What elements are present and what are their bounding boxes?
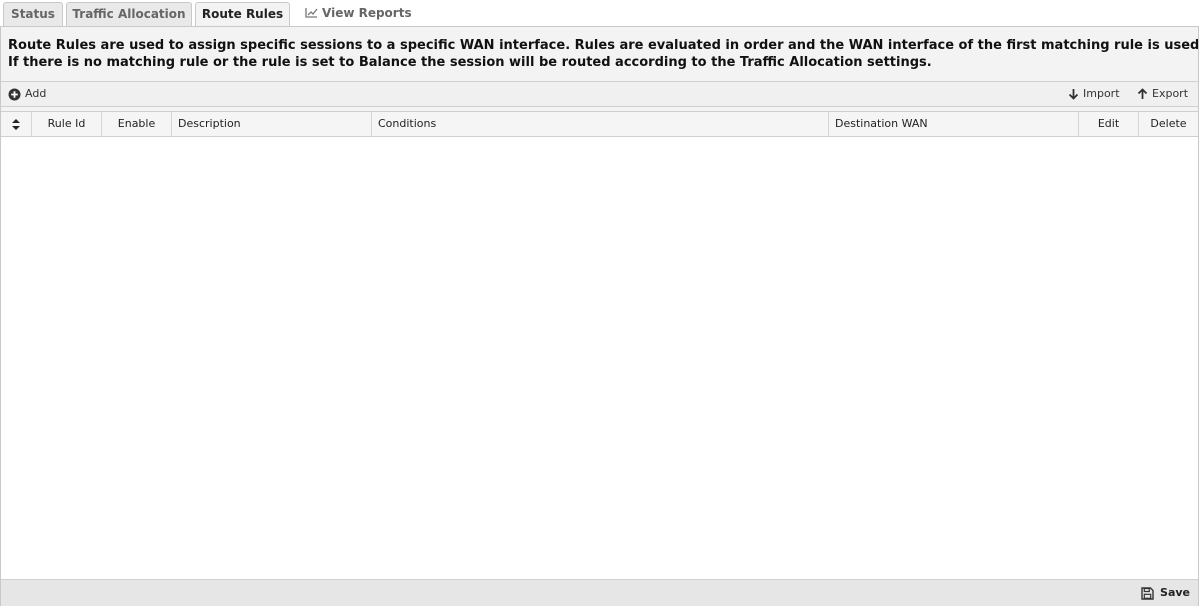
add-button[interactable]: Add (8, 82, 46, 106)
tab-route-rules[interactable]: Route Rules (195, 2, 290, 27)
grid-body (1, 137, 1198, 580)
column-header-edit[interactable]: Edit (1079, 112, 1139, 136)
description-text: Route Rules are used to assign specific … (8, 37, 1198, 71)
route-rules-grid: Rule Id Enable Description Conditions De… (1, 111, 1198, 580)
description-line-1: Route Rules are used to assign specific … (8, 38, 1198, 53)
arrow-down-icon (1068, 89, 1079, 100)
grid-header: Rule Id Enable Description Conditions De… (1, 112, 1198, 137)
sort-column-header[interactable] (1, 112, 32, 136)
sort-icon (12, 118, 20, 130)
column-header-description[interactable]: Description (172, 112, 372, 136)
save-button-label: Save (1160, 586, 1190, 599)
tab-view-reports-label: View Reports (322, 6, 412, 20)
export-button-label: Export (1152, 87, 1189, 100)
column-header-rule-id[interactable]: Rule Id (32, 112, 102, 136)
export-button[interactable]: Export (1137, 82, 1188, 106)
save-button[interactable]: Save (1141, 580, 1190, 606)
grid-toolbar: Add Import Export (1, 81, 1198, 107)
import-button[interactable]: Import (1068, 82, 1120, 106)
tab-bar: Status Traffic Allocation Route Rules Vi… (0, 0, 1199, 27)
column-header-enable[interactable]: Enable (102, 112, 172, 136)
import-button-label: Import (1083, 87, 1120, 100)
tab-traffic-allocation-label: Traffic Allocation (72, 7, 186, 21)
line-chart-icon (305, 3, 318, 25)
column-header-destination-wan[interactable]: Destination WAN (829, 112, 1079, 136)
add-button-label: Add (25, 87, 47, 100)
tab-traffic-allocation[interactable]: Traffic Allocation (66, 2, 192, 26)
plus-circle-icon (8, 88, 21, 100)
column-header-conditions[interactable]: Conditions (372, 112, 829, 136)
tab-view-reports[interactable]: View Reports (305, 2, 415, 26)
arrow-up-icon (1137, 88, 1148, 99)
column-header-delete[interactable]: Delete (1139, 112, 1198, 136)
tab-status[interactable]: Status (3, 2, 63, 26)
description-line-2: If there is no matching rule or the rule… (8, 55, 932, 70)
footer-bar: Save (1, 579, 1198, 606)
route-rules-panel: Route Rules are used to assign specific … (0, 26, 1199, 606)
tab-status-label: Status (11, 7, 55, 21)
floppy-disk-icon (1141, 586, 1154, 600)
tab-route-rules-label: Route Rules (201, 7, 284, 21)
